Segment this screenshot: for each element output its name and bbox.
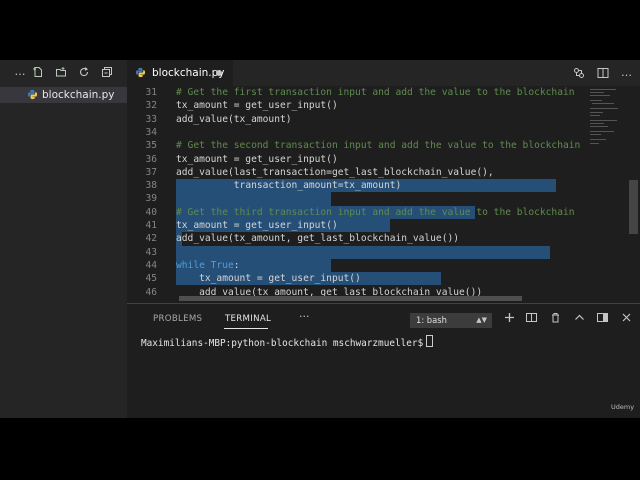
split-terminal-icon[interactable]: [526, 312, 537, 327]
vscode-window: … blockchain.py blockchain.py … 31 # Get…: [0, 60, 640, 418]
select-arrows-icon: ▲▼: [476, 316, 487, 324]
horizontal-scrollbar[interactable]: [179, 296, 522, 301]
terminal-select[interactable]: 1: bash ▲▼: [410, 313, 492, 328]
minimap-line: [590, 123, 604, 124]
code-line: 38 transaction_amount=tx_amount): [145, 180, 402, 192]
minimap-line: [590, 139, 606, 140]
code-line: 36 tx_amount = get_user_input(): [145, 153, 338, 165]
python-icon: [27, 89, 38, 100]
file-item-blockchain-py[interactable]: blockchain.py: [0, 87, 127, 103]
minimap-line: [590, 126, 608, 127]
code-line: 45 tx_amount = get_user_input(): [145, 273, 361, 285]
code-line: 32 tx_amount = get_user_input(): [145, 100, 338, 112]
tab-blockchain-py[interactable]: blockchain.py: [127, 60, 233, 86]
code-line: 41 tx_amount = get_user_input(): [145, 220, 338, 231]
panel-more-icon[interactable]: ···: [299, 310, 310, 323]
tab-problems[interactable]: PROBLEMS: [153, 313, 202, 325]
open-changes-icon[interactable]: [573, 67, 585, 82]
minimap-line: [590, 89, 616, 90]
minimap-line: [590, 112, 603, 113]
terminal-select-value: 1: bash: [416, 315, 447, 325]
terminal-prompt: Maximilians-MBP:python-blockchain mschwa…: [141, 338, 424, 349]
collapse-all-icon[interactable]: [101, 66, 113, 78]
code-line: 34: [145, 126, 157, 138]
code-line: 42 add_value(tx_amount, get_last_blockcha…: [145, 233, 460, 245]
minimap-line: [590, 134, 601, 135]
toggle-panel-icon[interactable]: [597, 312, 608, 327]
code-line: 31 # Get the first transaction input and …: [145, 87, 575, 98]
minimap-line: [590, 120, 617, 121]
active-tab-indicator: [224, 328, 268, 329]
close-panel-icon[interactable]: [621, 312, 632, 327]
explorer-toolbar: …: [0, 60, 127, 86]
minimap-line: [590, 143, 599, 144]
editor-tab-bar: blockchain.py …: [127, 60, 640, 86]
vertical-scrollbar[interactable]: [629, 180, 638, 234]
more-actions-icon[interactable]: …: [621, 67, 632, 79]
terminal-panel: PROBLEMS TERMINAL ··· 1: bash ▲▼ Maximil…: [127, 303, 640, 418]
refresh-icon[interactable]: [78, 66, 90, 78]
new-terminal-icon[interactable]: [504, 312, 515, 327]
explorer-sidebar: … blockchain.py: [0, 60, 127, 418]
code-line: 44 while True:: [145, 259, 240, 271]
minimap-line: [590, 100, 602, 101]
code-line: 40 # Get the third transaction input and …: [145, 206, 575, 218]
minimap-line: [590, 131, 614, 132]
minimap-line: [590, 95, 610, 96]
new-file-icon[interactable]: [32, 66, 44, 78]
minimap-line: [590, 92, 604, 93]
unsaved-dot-icon[interactable]: [216, 70, 222, 76]
minimap-line: [590, 115, 600, 116]
minimap[interactable]: [589, 86, 629, 156]
tab-terminal[interactable]: TERMINAL: [225, 313, 271, 325]
code-line: 39: [145, 193, 157, 205]
minimap-line: [592, 103, 614, 104]
code-line: 37 add_value(last_transaction=get_last_bl…: [145, 166, 494, 178]
udemy-watermark: Udemy: [611, 403, 635, 411]
code-line: 33 add_value(tx_amount): [145, 113, 292, 125]
code-line: 43: [145, 246, 157, 258]
minimap-line: [590, 108, 618, 109]
file-item-label: blockchain.py: [42, 89, 115, 101]
terminal-cursor: [426, 335, 434, 347]
python-icon: [135, 67, 146, 78]
new-folder-icon[interactable]: [55, 66, 67, 78]
terminal-output[interactable]: Maximilians-MBP:python-blockchain mschwa…: [141, 335, 434, 350]
code-line: 35 # Get the second transaction input and…: [145, 140, 581, 152]
tab-label: blockchain.py: [152, 67, 225, 79]
code-editor[interactable]: 31 # Get the first transaction input and …: [127, 86, 640, 303]
kill-terminal-icon[interactable]: [550, 312, 561, 327]
split-editor-icon[interactable]: [597, 67, 609, 82]
maximize-panel-icon[interactable]: [574, 312, 585, 327]
more-icon[interactable]: …: [14, 66, 26, 78]
